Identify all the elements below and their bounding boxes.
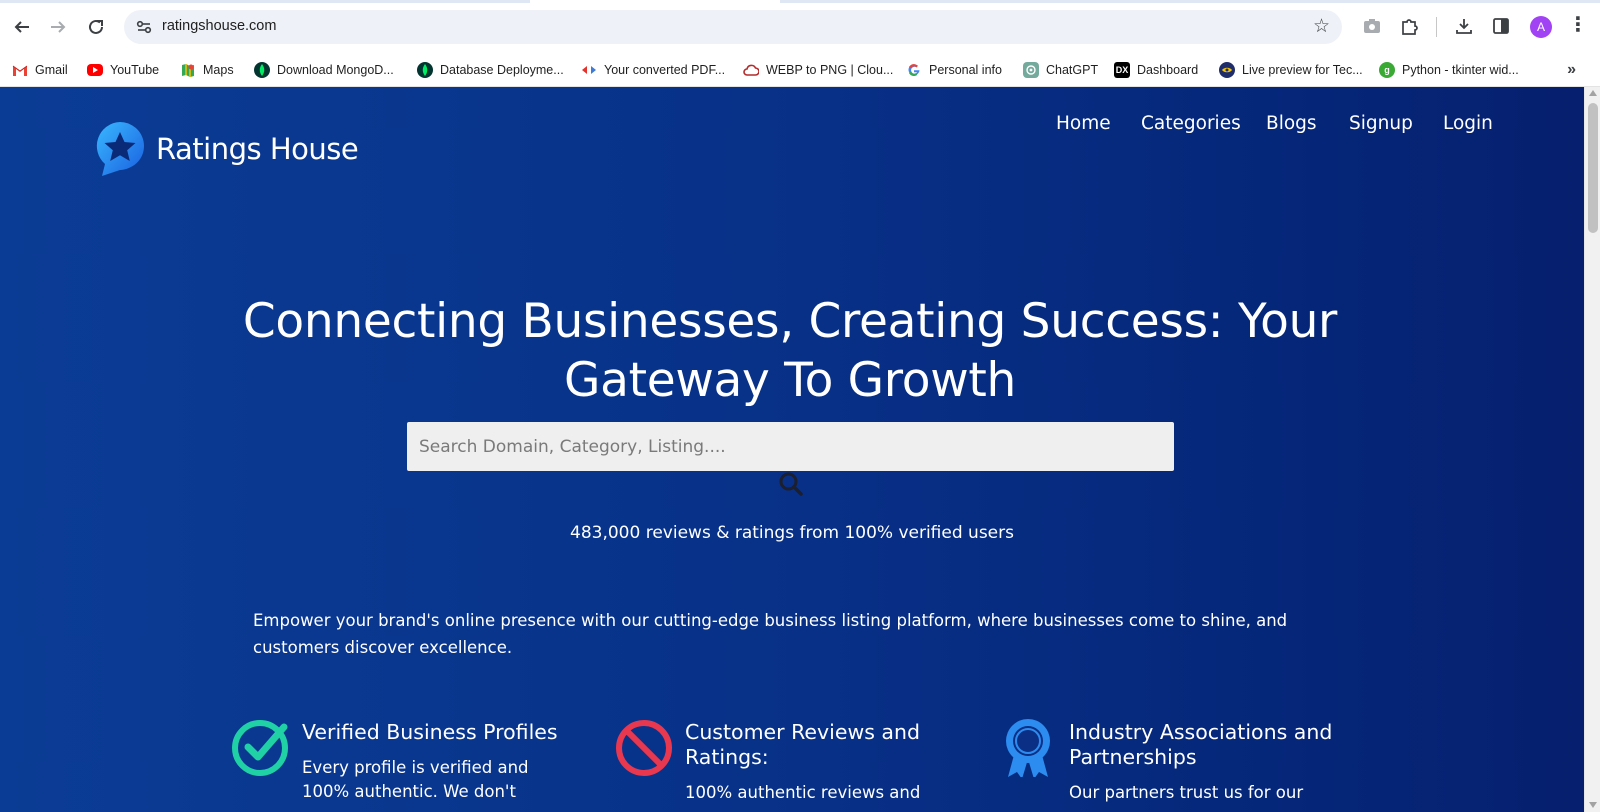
downloads-button[interactable] — [1452, 14, 1476, 38]
feature-title: Customer Reviews and Ratings: — [685, 720, 920, 769]
reload-button[interactable] — [82, 13, 110, 41]
browser-toolbar: ratingshouse.com ☆ A ⋮ — [0, 0, 1600, 53]
arrow-left-icon — [14, 21, 29, 33]
side-panel-icon — [1493, 18, 1509, 34]
reload-icon — [89, 19, 103, 34]
bookmark-personal-info[interactable]: Personal info — [906, 60, 1002, 80]
stats-text: 483,000 reviews & ratings from 100% veri… — [570, 523, 1014, 543]
tab-strip-edge — [0, 0, 1600, 3]
nav-categories[interactable]: Categories — [1141, 113, 1241, 134]
extensions-button[interactable] — [1398, 14, 1422, 38]
devto-icon: DX — [1114, 62, 1130, 78]
scroll-up-arrow-icon[interactable] — [1589, 90, 1597, 96]
verified-check-icon — [232, 720, 288, 776]
bookmark-dashboard[interactable]: DX Dashboard — [1114, 60, 1198, 80]
download-icon — [1456, 19, 1472, 34]
camera-icon — [1364, 19, 1380, 33]
bookmark-python-tkinter[interactable]: g Python - tkinter wid... — [1379, 60, 1519, 80]
bookmark-label: Maps — [203, 63, 234, 77]
feature-description: 100% authentic reviews and — [685, 783, 921, 802]
google-icon — [906, 62, 922, 78]
bookmark-maps[interactable]: Maps — [180, 60, 234, 80]
side-panel-button[interactable] — [1489, 14, 1513, 38]
bookmark-label: Dashboard — [1137, 63, 1199, 77]
bookmark-gmail[interactable]: Gmail — [12, 60, 68, 80]
feature-title: Verified Business Profiles — [302, 720, 558, 744]
bookmark-download-mongodb[interactable]: Download MongoD... — [254, 60, 394, 80]
chatgpt-icon — [1023, 62, 1039, 78]
bookmark-chatgpt[interactable]: ChatGPT — [1023, 60, 1098, 80]
bookmark-label: YouTube — [110, 63, 160, 77]
award-ribbon-icon — [1006, 719, 1050, 777]
browser-menu-icon[interactable]: ⋮ — [1568, 14, 1588, 38]
screenshot-button[interactable] — [1360, 14, 1384, 38]
bookmark-label: Personal info — [929, 63, 1002, 77]
feature-description: Our partners trust us for our — [1069, 783, 1304, 802]
back-button[interactable] — [8, 13, 36, 41]
page-viewport: Ratings House Home Categories Blogs Sign… — [0, 87, 1584, 812]
bookmarks-overflow-icon[interactable]: » — [1567, 61, 1576, 79]
site-logo[interactable]: Ratings House — [94, 120, 359, 178]
live-preview-icon — [1219, 62, 1235, 78]
bookmark-label: Python - tkinter wid... — [1402, 63, 1519, 77]
forward-button[interactable] — [44, 13, 72, 41]
bookmark-label: Gmail — [35, 63, 68, 77]
intro-paragraph: Empower your brand's online presence wit… — [253, 611, 1288, 657]
feature-title: Industry Associations and Partnerships — [1069, 720, 1333, 769]
site-info-icon[interactable] — [134, 17, 154, 37]
page-scrollbar[interactable] — [1584, 87, 1600, 812]
bookmark-label: WEBP to PNG | Clou... — [766, 63, 894, 77]
mongodb-icon — [254, 62, 270, 78]
prohibited-icon — [616, 720, 672, 776]
bookmark-label: Download MongoD... — [277, 63, 394, 77]
maps-icon — [180, 62, 196, 78]
bookmark-label: Database Deployme... — [440, 63, 564, 77]
gmail-icon — [12, 62, 28, 78]
bookmark-converted-pdf[interactable]: Your converted PDF... — [581, 60, 725, 80]
hero-title: Connecting Businesses, Creating Success:… — [242, 294, 1338, 408]
feature-description: Every profile is verified and 100% authe… — [302, 758, 529, 801]
bookmark-live-preview[interactable]: Live preview for Tec... — [1219, 60, 1363, 80]
puzzle-icon — [1402, 19, 1418, 35]
cloudconvert-icon — [743, 62, 759, 78]
youtube-icon — [87, 64, 103, 76]
search-icon[interactable] — [778, 471, 804, 497]
pdf-converter-icon — [581, 62, 597, 78]
address-bar[interactable]: ratingshouse.com ☆ — [124, 10, 1342, 44]
profile-avatar[interactable]: A — [1530, 16, 1552, 38]
mongodb-icon — [417, 62, 433, 78]
bookmark-youtube[interactable]: YouTube — [87, 60, 159, 80]
bookmark-label: Live preview for Tec... — [1242, 63, 1363, 77]
bookmark-label: ChatGPT — [1046, 63, 1099, 77]
star-pin-logo-icon — [96, 122, 144, 176]
nav-signup[interactable]: Signup — [1349, 113, 1413, 134]
url-text[interactable]: ratingshouse.com — [162, 18, 276, 34]
python-icon: g — [1379, 62, 1395, 78]
nav-blogs[interactable]: Blogs — [1266, 113, 1317, 134]
toolbar-separator — [1436, 17, 1437, 37]
scrollbar-thumb[interactable] — [1588, 103, 1598, 233]
arrow-right-icon — [51, 21, 66, 33]
nav-home[interactable]: Home — [1056, 113, 1111, 134]
bookmark-star-icon[interactable]: ☆ — [1313, 15, 1330, 38]
search-input[interactable] — [407, 422, 1174, 471]
bookmark-label: Your converted PDF... — [604, 63, 726, 77]
bookmarks-bar: Gmail YouTube Maps Download MongoD... Da… — [0, 53, 1600, 87]
nav-login[interactable]: Login — [1443, 113, 1493, 134]
bookmark-database-deployment[interactable]: Database Deployme... — [417, 60, 564, 80]
bookmark-webp-to-png[interactable]: WEBP to PNG | Clou... — [743, 60, 893, 80]
scroll-down-arrow-icon[interactable] — [1589, 802, 1597, 808]
logo-text: Ratings House — [156, 132, 359, 166]
